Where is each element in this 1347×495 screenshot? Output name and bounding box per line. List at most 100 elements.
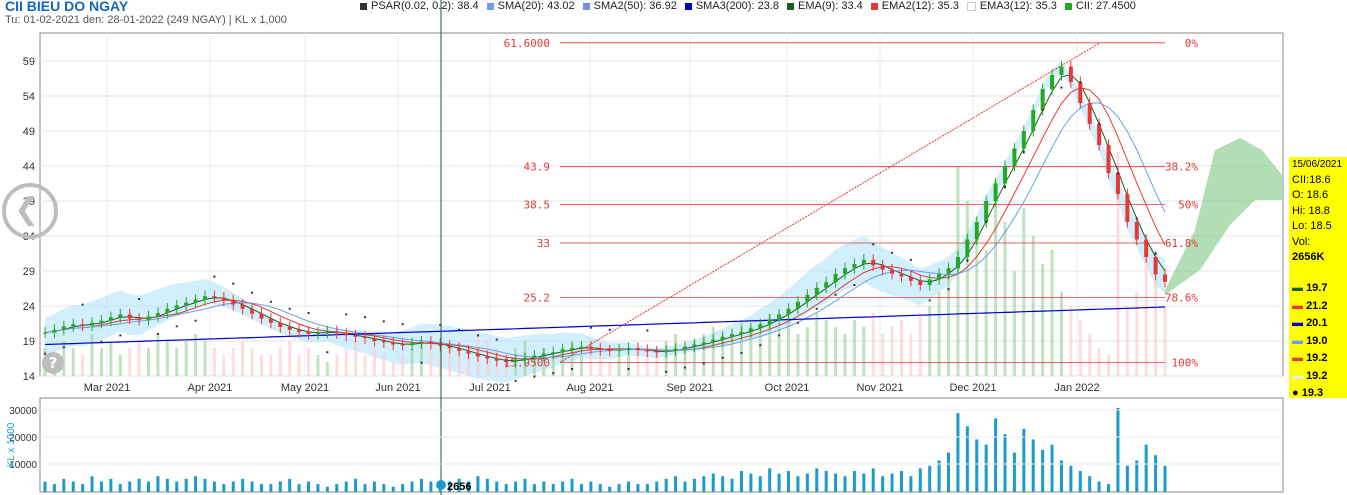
- x-tick-label: Nov 2021: [856, 382, 903, 394]
- price-volume-bar: [1050, 250, 1054, 376]
- candle-body: [457, 348, 462, 351]
- candle-body: [315, 332, 320, 334]
- psar-dot: [1060, 86, 1063, 89]
- volume-bar: [354, 478, 358, 492]
- volume-bar: [297, 484, 301, 492]
- price-volume-bar: [1003, 222, 1007, 376]
- volume-bar: [692, 478, 696, 492]
- volume-bar: [344, 481, 348, 492]
- candle-body: [438, 343, 443, 346]
- volume-marker-dot[interactable]: [436, 480, 446, 490]
- psar-dot: [326, 351, 329, 354]
- price-volume-bar: [278, 348, 282, 376]
- price-volume-bar: [843, 334, 847, 376]
- chevron-left-icon[interactable]: ❮: [14, 192, 39, 227]
- volume-bar: [335, 484, 339, 492]
- candle-body: [918, 280, 923, 285]
- volume-bar: [1059, 460, 1063, 492]
- volume-bar: [655, 481, 659, 492]
- price-volume-bar: [231, 348, 235, 376]
- volume-bar: [288, 478, 292, 492]
- psar-dot: [458, 328, 461, 331]
- fib-pct-label: 38.2%: [1165, 161, 1198, 174]
- indicator-text: 21.2: [1306, 299, 1328, 312]
- price-volume-bar: [335, 355, 339, 376]
- volume-bar: [975, 439, 979, 492]
- volume-bar: [419, 478, 423, 492]
- price-volume-bar: [918, 313, 922, 376]
- volume-bar: [890, 473, 894, 492]
- price-chart: 14192429343944495459Mar 2021 Apr 2021 May …: [6, 0, 1284, 495]
- volume-bar: [278, 481, 282, 492]
- candle-body: [739, 331, 744, 334]
- psar-dot: [891, 251, 894, 254]
- price-volume-bar: [965, 201, 969, 376]
- candle-body: [927, 279, 932, 285]
- volume-bar: [1050, 444, 1054, 492]
- volume-bar: [947, 452, 951, 492]
- candle-body: [786, 308, 791, 315]
- volume-bar: [702, 476, 706, 492]
- psar-dot: [194, 319, 197, 322]
- psar-dot: [928, 299, 931, 302]
- candle-body: [617, 349, 622, 351]
- candle-body: [203, 296, 207, 300]
- price-volume-bar: [608, 362, 612, 376]
- price-volume-bar: [617, 355, 621, 376]
- psar-dot: [100, 340, 103, 343]
- psar-dot: [1154, 252, 1157, 255]
- volume-bar: [579, 484, 583, 492]
- price-volume-bar: [805, 327, 809, 376]
- candle-body: [306, 331, 311, 334]
- psar-dot: [552, 372, 555, 375]
- price-volume-bar: [391, 362, 395, 376]
- volume-bar: [777, 473, 781, 492]
- price-volume-bar: [184, 341, 188, 376]
- indicator-value: ▬ 19.2: [1289, 368, 1347, 386]
- candle-body: [654, 351, 659, 353]
- x-tick-label: May 2021: [281, 382, 329, 394]
- volume-bar: [928, 465, 932, 492]
- price-volume-bar: [909, 334, 913, 376]
- price-volume-bar: [1031, 236, 1035, 376]
- volume-bar: [805, 473, 809, 492]
- volume-bar: [250, 481, 254, 492]
- psar-dot: [514, 379, 517, 382]
- fib-pct-label: 50%: [1178, 199, 1198, 212]
- candle-body: [1003, 166, 1007, 184]
- price-volume-bar: [269, 355, 273, 376]
- candle-body: [523, 357, 527, 360]
- volume-bar: [1088, 476, 1092, 492]
- price-volume-bar: [1144, 250, 1148, 376]
- indicator-marker: ●: [1292, 387, 1302, 399]
- fib-price-label: 38.5: [524, 199, 551, 212]
- candle-body: [955, 257, 960, 269]
- indicator-text: 19.2: [1306, 352, 1328, 364]
- candle-body: [71, 324, 76, 327]
- psar-dot: [947, 288, 950, 291]
- help-icon[interactable]: ?: [42, 352, 64, 374]
- price-volume-bar: [947, 271, 951, 376]
- psar-dot: [702, 362, 705, 365]
- y-tick-label: 29: [23, 266, 35, 278]
- psar-dot: [476, 334, 479, 337]
- volume-bar: [118, 484, 122, 492]
- candle-body: [494, 358, 499, 361]
- candle-body: [1097, 124, 1102, 145]
- psar-dot: [307, 312, 310, 314]
- price-volume-bar: [372, 348, 376, 376]
- candle-body: [155, 313, 160, 317]
- indicator-values-box: ▬ 19.7 ▬ 21.2 ▬ 20.1 ▬ 19.0 ▬ 19.2 ▬ 19.2 ● 19…: [1289, 280, 1347, 399]
- candle-body: [146, 316, 151, 320]
- candle-body: [231, 300, 236, 305]
- candle-body: [43, 332, 47, 334]
- volume-bar: [768, 468, 772, 492]
- price-volume-bar: [1069, 306, 1073, 376]
- fib-pct-label: 100%: [1172, 356, 1199, 369]
- volume-bar: [758, 476, 762, 492]
- price-volume-bar: [344, 348, 348, 376]
- volume-bar: [382, 484, 386, 492]
- candle-body: [137, 318, 142, 320]
- price-volume-bar: [834, 327, 838, 376]
- candle-body: [730, 334, 735, 337]
